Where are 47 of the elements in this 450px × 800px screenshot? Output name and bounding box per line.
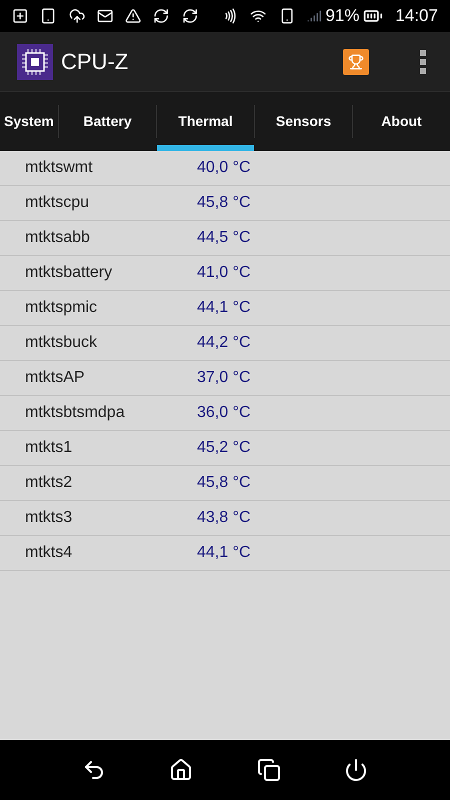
sensor-name: mtktsbuck: [24, 333, 98, 353]
cloud-upload-icon: [68, 7, 85, 25]
sensor-value: 45,8 °C: [197, 193, 251, 213]
sensor-name: mtktscpu: [24, 193, 90, 213]
sensor-value: 45,8 °C: [197, 473, 251, 493]
sensor-name: mtktspmic: [24, 298, 98, 318]
cpu-chip-icon: [17, 44, 53, 80]
sensor-name: mtktsbtsmdpa: [24, 403, 126, 423]
sensor-name: mtktswmt: [24, 158, 94, 178]
notification-icon: [12, 7, 28, 25]
tab[interactable]: System: [0, 92, 58, 151]
sensor-value: 45,2 °C: [197, 438, 251, 458]
sensor-value: 36,0 °C: [197, 403, 251, 423]
sensor-value: 44,2 °C: [197, 333, 251, 353]
more-vertical-icon: [420, 50, 426, 74]
tab[interactable]: Battery: [59, 92, 156, 151]
sensor-value: 43,8 °C: [197, 508, 251, 528]
sensor-name: mtktsabb: [24, 228, 91, 248]
sensor-value: 44,1 °C: [197, 543, 251, 563]
power-button[interactable]: [344, 758, 368, 782]
sensor-name: mtkts3: [24, 508, 74, 528]
devices-icon: [40, 7, 57, 25]
sync-icon: [182, 7, 198, 25]
sensor-name: mtktsbattery: [24, 263, 114, 283]
sensor-name: mtkts2: [24, 473, 74, 493]
trophy-icon: [348, 54, 364, 70]
warning-icon: [125, 7, 142, 25]
mail-icon: [96, 7, 114, 25]
sensor-value: 44,5 °C: [197, 228, 251, 248]
signal-icon: [306, 8, 322, 24]
sim-icon: [278, 7, 295, 25]
sensor-name: mtktsAP: [24, 368, 86, 388]
sensor-value: 37,0 °C: [197, 368, 251, 388]
tab[interactable]: About: [353, 92, 450, 151]
sensor-name: mtkts1: [24, 438, 74, 458]
sensor-value: 41,0 °C: [197, 263, 251, 283]
sensor-name: mtkts4: [24, 543, 74, 563]
app-title: CPU-Z: [61, 48, 128, 76]
battery-percent: 91%: [325, 5, 360, 28]
tab[interactable]: Sensors: [255, 92, 352, 151]
recent-apps-button[interactable]: [256, 758, 281, 782]
sync-icon: [153, 7, 170, 25]
home-button[interactable]: [169, 758, 194, 782]
clock: 14:07: [395, 5, 438, 28]
sensor-value: 40,0 °C: [197, 158, 251, 178]
trophy-button[interactable]: [343, 48, 369, 74]
sensor-value: 44,1 °C: [197, 298, 251, 318]
